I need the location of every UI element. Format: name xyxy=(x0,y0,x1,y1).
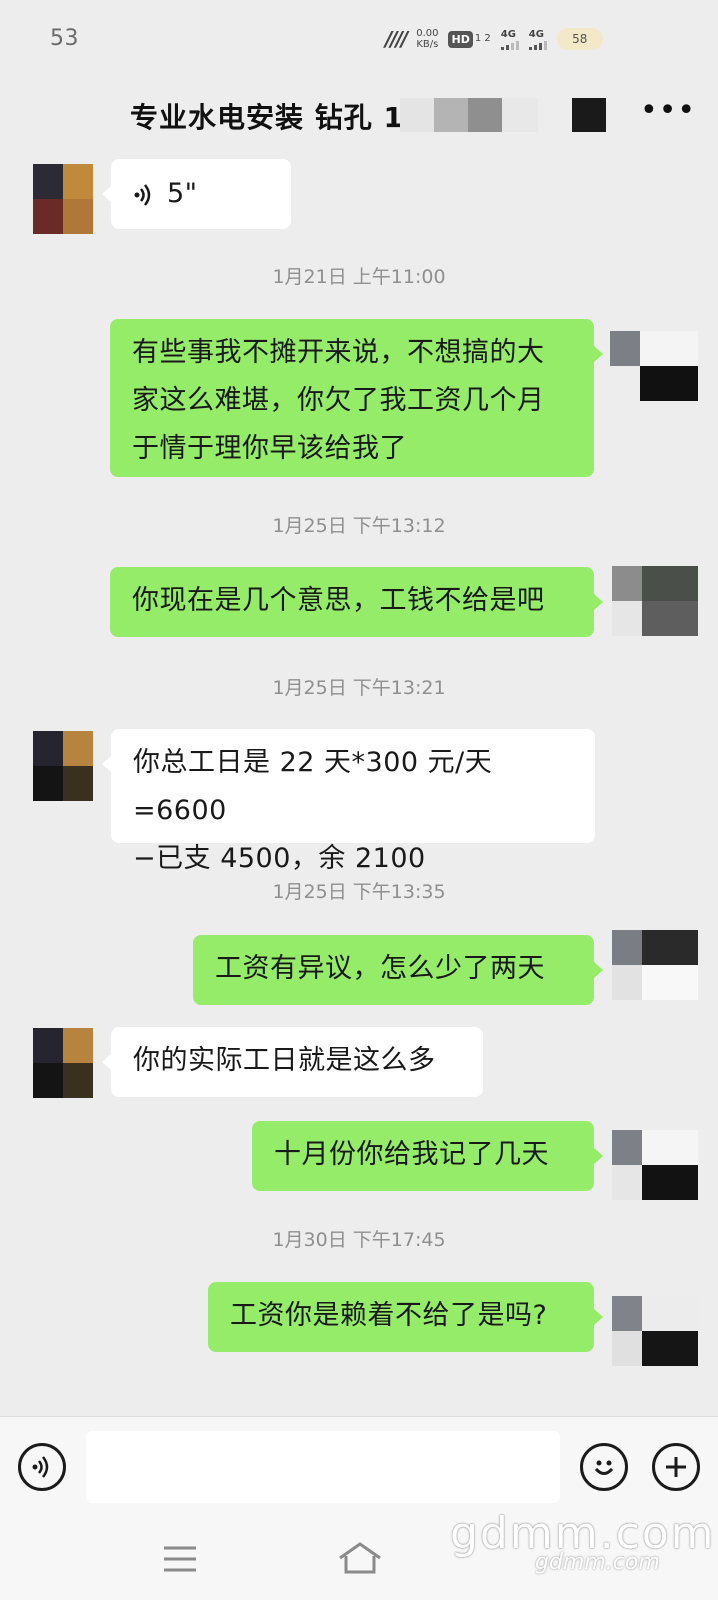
outgoing-message[interactable]: 你现在是几个意思，工钱不给是吧 xyxy=(110,567,603,637)
self-avatar[interactable] xyxy=(612,566,698,636)
voice-message[interactable]: 5" xyxy=(102,159,291,229)
contact-avatar[interactable] xyxy=(33,1028,93,1098)
voice-wave-icon xyxy=(32,1456,49,1478)
status-bar: 53 //// 0.00 KB/s HD 1 2 4G 4G 58 xyxy=(0,0,718,80)
battery-indicator: 58 xyxy=(556,28,603,50)
message-line: 于情于理你早该给我了 xyxy=(132,433,407,464)
message-line: 家这么难堪，你欠了我工资几个月 xyxy=(132,385,545,416)
message-line: −已支 4500，余 2100 xyxy=(133,843,426,874)
smiley-icon xyxy=(594,1460,614,1475)
input-bar xyxy=(0,1416,718,1516)
voice-input-button[interactable] xyxy=(18,1443,66,1491)
message-line: 十月份你给我记了几天 xyxy=(274,1139,549,1170)
message-list[interactable]: 5" 1月21日 上午11:00 有些事我不摊开来说，不想搞的大 家这么难堪，你… xyxy=(0,156,718,1416)
self-avatar[interactable] xyxy=(612,930,698,1000)
message-line: 有些事我不摊开来说，不想搞的大 xyxy=(132,337,545,368)
contact-avatar[interactable] xyxy=(33,164,93,234)
outgoing-message[interactable]: 工资你是赖着不给了是吗? xyxy=(208,1282,603,1352)
message-line: 工资你是赖着不给了是吗? xyxy=(230,1300,548,1331)
self-avatar[interactable] xyxy=(612,1130,698,1200)
hd-sim-number: 1 2 xyxy=(474,33,491,44)
voice-wave-icon xyxy=(134,183,151,206)
menu-icon[interactable] xyxy=(162,1544,198,1574)
more-options-button[interactable]: ••• xyxy=(640,96,695,130)
signal-bars-icon xyxy=(528,40,547,50)
outgoing-message[interactable]: 十月份你给我记了几天 xyxy=(252,1121,603,1191)
net-speed: 0.00 KB/s xyxy=(416,28,439,50)
signal-1: 4G xyxy=(500,29,519,50)
more-functions-button[interactable] xyxy=(652,1443,700,1491)
chat-title: 专业水电安装 钻孔 1 xyxy=(130,101,404,134)
message-line: 你现在是几个意思，工钱不给是吧 xyxy=(132,585,545,616)
signal-2: 4G xyxy=(528,29,547,50)
message-line: 你的实际工日就是这么多 xyxy=(133,1045,436,1076)
message-line: 工资有异议，怎么少了两天 xyxy=(215,953,545,984)
incoming-message[interactable]: 你总工日是 22 天*300 元/天=6600 −已支 4500，余 2100 xyxy=(102,729,595,874)
message-timestamp: 1月25日 下午13:35 xyxy=(272,881,446,903)
outgoing-message[interactable]: 有些事我不摊开来说，不想搞的大 家这么难堪，你欠了我工资几个月 于情于理你早该给… xyxy=(110,319,603,477)
message-input[interactable] xyxy=(86,1431,560,1503)
redacted-mosaic xyxy=(400,98,606,132)
plus-icon xyxy=(666,1457,686,1477)
hd-voice-icon: HD xyxy=(448,30,473,48)
home-icon[interactable] xyxy=(336,1540,384,1576)
incoming-message[interactable]: 你的实际工日就是这么多 xyxy=(102,1027,483,1097)
status-time: 53 xyxy=(50,26,79,51)
signal-bars-icon xyxy=(500,40,519,50)
emoji-button[interactable] xyxy=(580,1443,628,1491)
chat-header: 专业水电安装 钻孔 1 ••• xyxy=(0,80,718,156)
voice-duration: 5" xyxy=(167,178,198,209)
self-avatar[interactable] xyxy=(612,1296,698,1366)
network-activity-icon: //// xyxy=(385,27,408,51)
status-icons: //// 0.00 KB/s HD 1 2 4G 4G 58 xyxy=(385,24,603,54)
contact-avatar[interactable] xyxy=(33,731,93,801)
message-timestamp: 1月21日 上午11:00 xyxy=(272,266,446,288)
message-timestamp: 1月30日 下午17:45 xyxy=(272,1229,446,1251)
self-avatar[interactable] xyxy=(610,331,698,401)
watermark-small: gdmm.com xyxy=(535,1550,660,1575)
outgoing-message[interactable]: 工资有异议，怎么少了两天 xyxy=(193,935,603,1005)
message-timestamp: 1月25日 下午13:12 xyxy=(272,515,446,537)
message-line: 你总工日是 22 天*300 元/天=6600 xyxy=(133,747,493,826)
message-timestamp: 1月25日 下午13:21 xyxy=(272,677,446,699)
